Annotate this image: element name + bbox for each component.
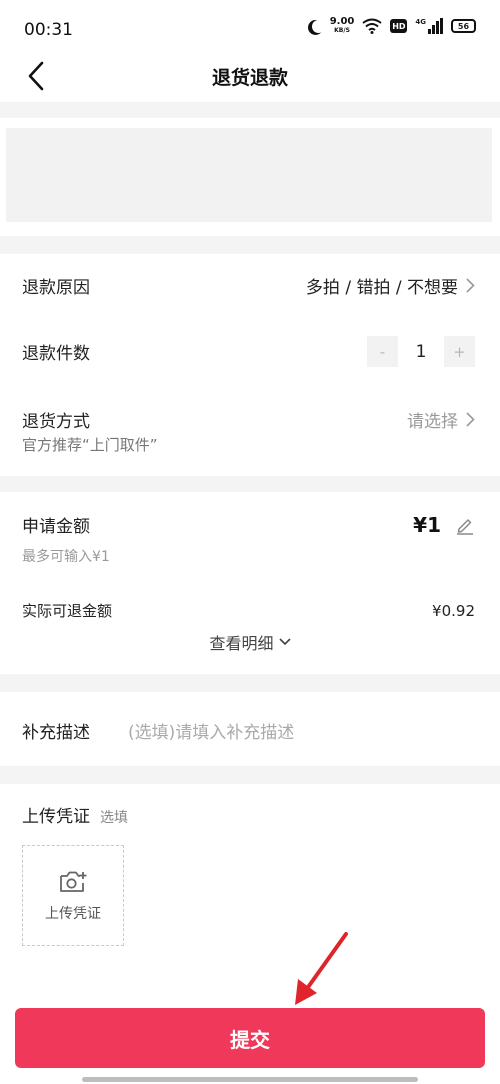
apply-amount-row: 申请金额 ¥1 <box>22 512 475 537</box>
nav-bar: 退货退款 <box>0 52 500 102</box>
battery-icon: 56 <box>451 19 476 33</box>
apply-amount-value[interactable]: ¥1 <box>413 513 441 537</box>
upload-evidence-button[interactable]: 上传凭证 <box>22 845 124 946</box>
wifi-icon <box>362 18 382 34</box>
view-detail-label: 查看明细 <box>209 634 274 653</box>
actual-refund-value: ¥0.92 <box>432 601 475 620</box>
refund-reason-value-wrap: 多拍 / 错拍 / 不想要 <box>306 273 475 298</box>
actual-refund-row: 实际可退金额 ¥0.92 <box>22 600 475 621</box>
signal-icon: 4G <box>415 18 443 34</box>
net-speed-unit: KB/S <box>334 27 350 34</box>
status-icons: 9.00 KB/S HD 4G 56 <box>309 17 476 35</box>
quantity-stepper: - 1 + <box>367 336 475 367</box>
upload-button-label: 上传凭证 <box>45 905 101 922</box>
moon-icon <box>312 20 325 33</box>
decrease-button[interactable]: - <box>367 336 398 367</box>
increase-button[interactable]: + <box>444 336 475 367</box>
upload-title: 上传凭证 选填 <box>22 802 128 827</box>
return-method-value: 请选择 <box>407 412 458 432</box>
refund-reason-value: 多拍 / 错拍 / 不想要 <box>305 278 458 298</box>
amount-card: 申请金额 ¥1 最多可输入¥1 实际可退金额 ¥0.92 查看明细 <box>0 492 500 674</box>
product-card <box>0 118 500 236</box>
home-indicator <box>82 1077 418 1082</box>
refund-reason-label: 退款原因 <box>22 278 90 298</box>
product-placeholder <box>6 128 492 222</box>
chevron-right-icon <box>466 278 475 293</box>
return-method-label: 退货方式 <box>22 412 90 432</box>
apply-amount-value-wrap: ¥1 <box>413 513 475 537</box>
net-speed-value: 9.00 <box>329 16 355 27</box>
page-title: 退货退款 <box>211 67 288 89</box>
chevron-right-icon <box>466 412 475 427</box>
refund-reason-row[interactable]: 退款原因 多拍 / 错拍 / 不想要 <box>22 273 475 298</box>
status-time: 00:31 <box>24 20 73 40</box>
refund-quantity-row: 退款件数 - 1 + <box>22 336 475 367</box>
camera-plus-icon <box>60 871 87 892</box>
chevron-down-icon <box>278 638 291 646</box>
max-amount-hint: 最多可输入¥1 <box>22 549 110 565</box>
status-bar: 00:31 9.00 KB/S HD 4G 56 <box>0 0 500 52</box>
description-input[interactable]: (选填)请填入补充描述 <box>128 718 468 743</box>
view-detail-link[interactable]: 查看明细 <box>0 630 500 654</box>
return-method-value-wrap: 请选择 <box>407 407 475 432</box>
hd-badge: HD <box>390 19 408 33</box>
red-arrow-annotation <box>295 932 348 1005</box>
apply-amount-label: 申请金额 <box>22 517 90 537</box>
refund-info-card: 退款原因 多拍 / 错拍 / 不想要 退款件数 - 1 + 退货方式 请选择 官… <box>0 254 500 476</box>
return-method-hint: 官方推荐“上门取件” <box>22 436 158 454</box>
submit-button[interactable]: 提交 <box>15 1008 485 1068</box>
quantity-value: 1 <box>415 341 427 362</box>
edit-icon[interactable] <box>455 515 475 535</box>
network-type: 4G <box>415 18 426 26</box>
network-speed: 9.00 KB/S <box>330 17 355 35</box>
description-label: 补充描述 <box>22 723 90 743</box>
upload-optional-label: 选填 <box>100 810 128 826</box>
actual-refund-label: 实际可退金额 <box>22 602 113 620</box>
description-card: 补充描述 (选填)请填入补充描述 <box>0 692 500 766</box>
upload-title-label: 上传凭证 <box>22 807 90 827</box>
refund-quantity-label: 退款件数 <box>22 344 90 364</box>
return-method-row[interactable]: 退货方式 请选择 <box>22 407 475 432</box>
